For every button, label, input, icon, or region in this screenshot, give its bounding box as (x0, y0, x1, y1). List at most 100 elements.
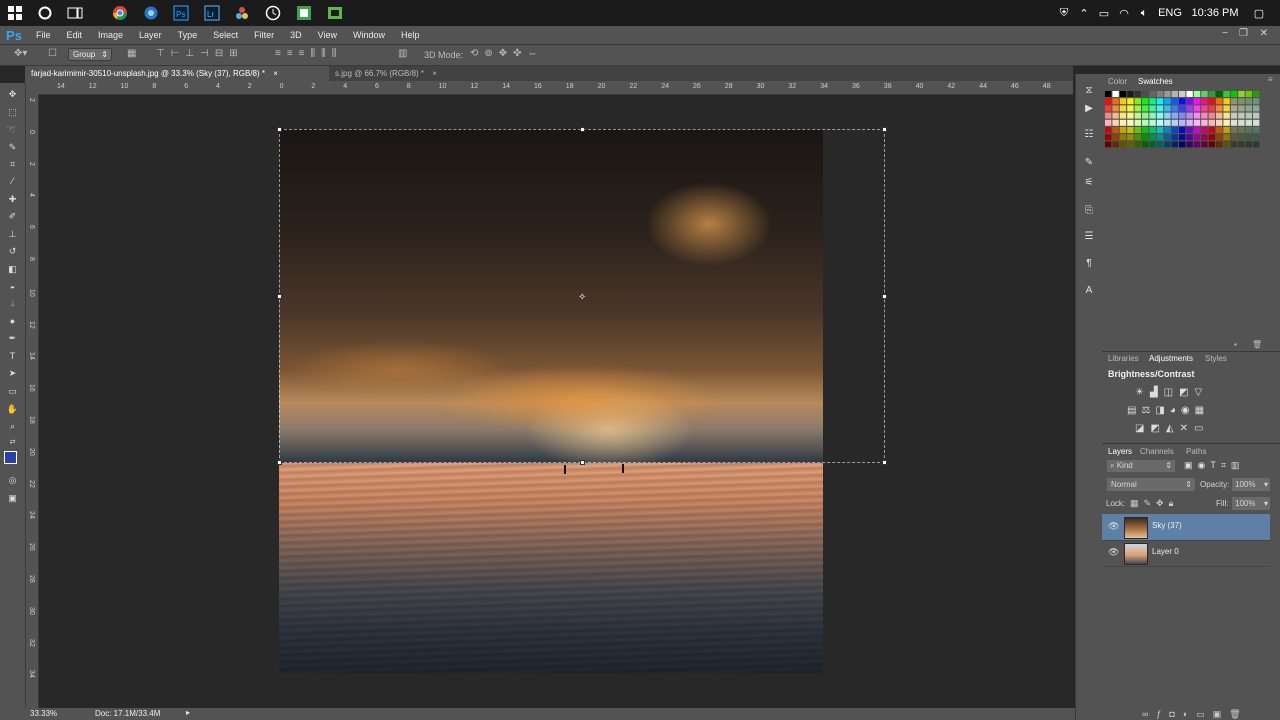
swatch[interactable] (1179, 134, 1186, 141)
eye-icon[interactable]: 👁︎ (1108, 547, 1119, 558)
character-panel-icon[interactable]: A (1082, 284, 1096, 298)
close-tab-icon[interactable]: × (432, 69, 437, 78)
adjustment-icons-row2[interactable]: ▤⚖◨◕◉▦ (1127, 405, 1209, 416)
swatch[interactable] (1179, 98, 1186, 105)
swatch[interactable] (1216, 141, 1223, 148)
menu-view[interactable]: View (310, 30, 345, 40)
layer-name[interactable]: Sky (37) (1152, 521, 1182, 530)
swatch[interactable] (1134, 91, 1141, 97)
swatch[interactable] (1216, 91, 1223, 97)
swatch[interactable] (1216, 127, 1223, 133)
language-indicator[interactable]: ENG (1154, 7, 1186, 19)
swatch[interactable] (1216, 112, 1223, 119)
swatch[interactable] (1171, 119, 1178, 126)
swatch[interactable] (1171, 127, 1178, 133)
auto-select-checkbox[interactable]: ☐ (48, 48, 57, 59)
swatch[interactable] (1245, 98, 1252, 105)
screen-mode-icon[interactable]: ▣ (5, 491, 20, 505)
lightroom-icon[interactable]: Lr (203, 4, 221, 22)
swatch[interactable] (1119, 91, 1127, 97)
swatch[interactable] (1253, 141, 1260, 148)
swatch[interactable] (1253, 98, 1260, 105)
adjustment-icons-row3[interactable]: ◪◩◭✕▭ (1135, 423, 1209, 434)
swatch[interactable] (1142, 98, 1149, 105)
opacity-input[interactable]: 100% ▾ (1232, 478, 1270, 491)
transform-handle[interactable] (882, 127, 887, 132)
dodge-tool-icon[interactable]: ● (5, 314, 20, 328)
swatch[interactable] (1105, 141, 1112, 148)
chevron-up-icon[interactable]: ⌃ (1074, 7, 1094, 20)
swatch[interactable] (1193, 112, 1201, 119)
swatch[interactable] (1105, 98, 1112, 105)
swatch[interactable] (1149, 112, 1156, 119)
move-tool-icon[interactable]: ✥ (5, 87, 20, 101)
swatch[interactable] (1179, 91, 1186, 97)
swatch[interactable] (1179, 141, 1186, 148)
swatch[interactable] (1201, 105, 1208, 112)
photoshop-icon[interactable]: Ps (172, 4, 190, 22)
swatch[interactable] (1149, 119, 1156, 126)
swatch[interactable] (1119, 119, 1127, 126)
swatch[interactable] (1186, 127, 1193, 133)
swatch[interactable] (1238, 141, 1245, 148)
swatch[interactable] (1112, 98, 1119, 105)
swatch[interactable] (1171, 134, 1178, 141)
swatch[interactable] (1186, 119, 1193, 126)
vertical-ruler[interactable]: 2 0 2 4 6 8 10 12 14 16 18 20 22 24 26 28 30 32 34 (25, 94, 39, 708)
resolve-icon[interactable] (233, 4, 251, 22)
swatch[interactable] (1127, 91, 1134, 97)
swatch[interactable] (1186, 112, 1193, 119)
transform-handle[interactable] (580, 127, 585, 132)
swatch[interactable] (1201, 127, 1208, 133)
swatch[interactable] (1208, 127, 1215, 133)
swatch[interactable] (1112, 141, 1119, 148)
swatch[interactable] (1149, 127, 1156, 133)
swatch[interactable] (1171, 91, 1178, 97)
free-transform-box[interactable]: ✧ (277, 127, 887, 465)
swatch[interactable] (1230, 134, 1238, 141)
properties-panel-icon[interactable]: ☷ (1082, 128, 1096, 142)
swatch[interactable] (1201, 134, 1208, 141)
swatch[interactable] (1142, 119, 1149, 126)
menu-3d[interactable]: 3D (282, 30, 310, 40)
cortana-icon[interactable] (36, 4, 54, 22)
swatch[interactable] (1223, 141, 1230, 148)
move-tool-icon[interactable]: ✥▾ (14, 48, 27, 59)
tab-swatches[interactable]: Swatches (1138, 77, 1173, 86)
swatch[interactable] (1186, 141, 1193, 148)
swatch[interactable] (1171, 105, 1178, 112)
blur-tool-icon[interactable]: 💧︎ (5, 296, 20, 310)
swatch[interactable] (1119, 112, 1127, 119)
camtasia-icon[interactable] (326, 4, 344, 22)
transform-handle[interactable] (882, 460, 887, 465)
eraser-tool-icon[interactable]: ◧ (5, 262, 20, 276)
swatch[interactable] (1164, 105, 1171, 112)
swatch[interactable] (1127, 141, 1134, 148)
blend-mode-select[interactable]: Normal ⇕ (1107, 478, 1195, 491)
swatch[interactable] (1230, 127, 1238, 133)
swatches-grid[interactable] (1103, 91, 1263, 155)
adjustment-icons-row1[interactable]: ☀▟◫◩▽ (1135, 387, 1208, 398)
swatch[interactable] (1201, 98, 1208, 105)
foreground-color-swatch[interactable] (4, 451, 17, 464)
swatch[interactable] (1171, 98, 1178, 105)
tab-paths[interactable]: Paths (1186, 447, 1206, 456)
rectangle-tool-icon[interactable]: ▭ (5, 384, 20, 398)
swatch[interactable] (1127, 119, 1134, 126)
swatch[interactable] (1238, 105, 1245, 112)
transform-handle[interactable] (882, 294, 887, 299)
windows-icon[interactable] (6, 4, 24, 22)
tab-color[interactable]: Color (1108, 77, 1127, 86)
swatch[interactable] (1201, 119, 1208, 126)
swatch[interactable] (1245, 127, 1252, 133)
task-view-icon[interactable] (66, 4, 84, 22)
menu-window[interactable]: Window (345, 30, 393, 40)
swatch[interactable] (1105, 91, 1112, 97)
swatch[interactable] (1127, 127, 1134, 133)
swatch[interactable] (1142, 105, 1149, 112)
tab-layers[interactable]: Layers (1108, 447, 1132, 456)
menu-filter[interactable]: Filter (246, 30, 282, 40)
swatch[interactable] (1164, 91, 1171, 97)
healing-brush-tool-icon[interactable]: ✚ (5, 192, 20, 206)
swatch[interactable] (1171, 141, 1178, 148)
